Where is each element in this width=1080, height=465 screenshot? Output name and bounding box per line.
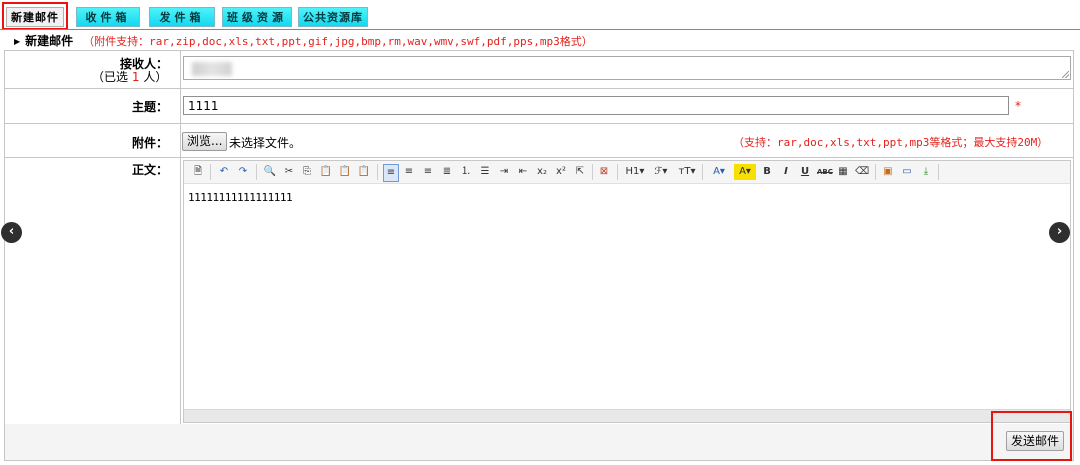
heading-dropdown[interactable]: H1▾ (623, 164, 647, 180)
toolbar-separator (210, 164, 211, 180)
required-mark: * (1015, 99, 1021, 113)
eraser-icon[interactable]: ⌫ (855, 164, 869, 180)
copy-icon[interactable]: ⎘ (300, 164, 314, 180)
tab-inbox[interactable]: 收件箱 (76, 7, 140, 27)
triangle-right-icon: ▶ (14, 37, 21, 46)
attachment-label: 附件： (131, 136, 168, 150)
tab-divider (0, 29, 1080, 30)
tab-class-resources[interactable]: 班级资源 (222, 7, 292, 27)
action-bar (5, 424, 1073, 460)
subscript-icon[interactable]: x₂ (535, 164, 549, 180)
align-right-icon[interactable]: ≡ (421, 164, 435, 180)
underline-icon[interactable]: U (798, 164, 812, 180)
browse-button[interactable]: 浏览... (182, 132, 228, 151)
clear-format-icon[interactable]: ⊠ (597, 164, 611, 180)
no-file-text: 未选择文件。 (229, 136, 302, 150)
bold-icon[interactable]: B (760, 164, 774, 180)
align-center-icon[interactable]: ≡ (402, 164, 416, 180)
column-divider (180, 50, 181, 424)
body-label: 正文： (131, 163, 168, 177)
font-family-dropdown[interactable]: ℱ▾ (650, 164, 672, 180)
toolbar-separator (617, 164, 618, 180)
tab-highlight-box (2, 2, 68, 30)
row-divider (4, 88, 1074, 89)
italic-icon[interactable]: I (779, 164, 793, 180)
outdent-icon[interactable]: ⇤ (516, 164, 530, 180)
strikethrough-icon[interactable]: ABC (817, 164, 833, 180)
paste-text-icon[interactable]: 📋 (338, 164, 352, 180)
rich-text-editor: 🗎 ↶ ↷ 🔍 ✂ ⎘ 📋 📋 📋 ≡ ≡ ≡ ≣ ⒈ ☰ ⇥ ⇤ x₂ x² … (183, 160, 1071, 423)
paste-word-icon[interactable]: 📋 (357, 164, 371, 180)
toolbar-separator (256, 164, 257, 180)
superscript-icon[interactable]: x² (554, 164, 568, 180)
bullet-list-icon[interactable]: ☰ (478, 164, 492, 180)
recipient-field[interactable] (183, 56, 1071, 80)
section-title: 新建邮件 (25, 34, 74, 48)
justify-icon[interactable]: ≣ (440, 164, 454, 180)
select-all-icon[interactable]: ⇱ (573, 164, 587, 180)
numbered-list-icon[interactable]: ⒈ (459, 164, 473, 180)
editor-toolbar: 🗎 ↶ ↷ 🔍 ✂ ⎘ 📋 📋 📋 ≡ ≡ ≡ ≣ ⒈ ☰ ⇥ ⇤ x₂ x² … (184, 161, 1070, 184)
selected-count-text: （已选 1 人） (92, 70, 168, 84)
tab-outbox[interactable]: 发件箱 (149, 7, 215, 27)
undo-icon[interactable]: ↶ (217, 164, 231, 180)
highlight-color-icon[interactable]: A▾ (734, 164, 756, 180)
redo-icon[interactable]: ↷ (236, 164, 250, 180)
row-divider (4, 123, 1074, 124)
editor-statusbar (184, 409, 1070, 422)
cut-icon[interactable]: ✂ (282, 164, 296, 180)
toolbar-separator (938, 164, 939, 180)
tab-public-library[interactable]: 公共资源库 (298, 7, 368, 27)
paste-icon[interactable]: 📋 (319, 164, 333, 180)
send-highlight-box (991, 411, 1072, 461)
section-header: ▶ 新建邮件 （附件支持：rar,zip,doc,xls,txt,ppt,gif,j… (14, 33, 593, 49)
attachment-format-note: （附件支持：rar,zip,doc,xls,txt,ppt,gif,jpg,bm… (83, 35, 593, 48)
toolbar-separator (702, 164, 703, 180)
image-icon[interactable]: ▣ (881, 164, 895, 180)
font-size-dropdown[interactable]: тT▾ (676, 164, 698, 180)
indent-icon[interactable]: ⇥ (497, 164, 511, 180)
attachment-limit-note: （支持：rar,doc,xls,txt,ppt,mp3等格式；最大支持20M） (733, 136, 1049, 149)
selected-count: 1 (131, 70, 140, 84)
source-code-icon[interactable]: 🗎 (191, 164, 205, 180)
insert-line-icon[interactable]: ⤓ (919, 164, 933, 180)
table-icon[interactable]: ▦ (836, 164, 850, 180)
recipient-blurred (192, 62, 232, 76)
preview-icon[interactable]: 🔍 (263, 164, 277, 180)
next-arrow-icon[interactable]: › (1049, 222, 1070, 243)
toolbar-separator (875, 164, 876, 180)
font-color-icon[interactable]: A▾ (708, 164, 730, 180)
flash-icon[interactable]: ▭ (900, 164, 914, 180)
subject-label: 主题： (131, 100, 168, 114)
toolbar-separator (377, 164, 378, 180)
resize-handle-icon[interactable] (1062, 71, 1069, 78)
editor-content[interactable]: 11111111111111111 (188, 191, 293, 204)
align-left-icon[interactable]: ≡ (383, 164, 399, 182)
previous-arrow-icon[interactable]: ‹ (1, 222, 22, 243)
subject-input[interactable]: 1111 (183, 96, 1009, 115)
toolbar-separator (592, 164, 593, 180)
row-divider (4, 157, 1074, 158)
